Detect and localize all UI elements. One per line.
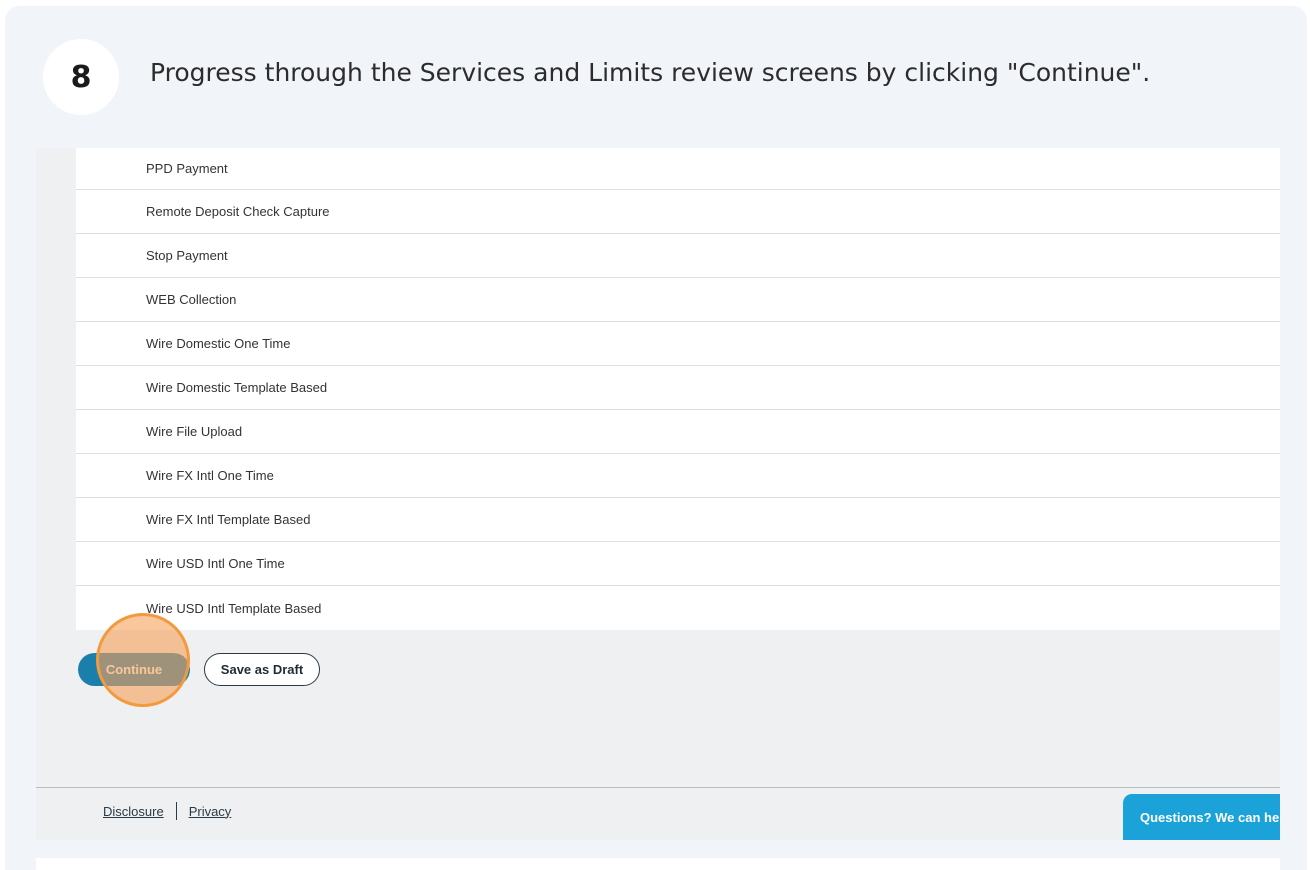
footer-separator bbox=[175, 802, 177, 820]
list-item: WEB Collection bbox=[76, 278, 1280, 322]
save-as-draft-button[interactable]: Save as Draft bbox=[204, 653, 320, 686]
list-item: Wire USD Intl One Time bbox=[76, 542, 1280, 586]
footer-divider bbox=[36, 787, 1280, 788]
list-item: Wire FX Intl Template Based bbox=[76, 498, 1280, 542]
list-item: Wire Domestic One Time bbox=[76, 322, 1280, 366]
chat-help-label: Questions? We can he bbox=[1140, 809, 1280, 825]
step-instruction: Progress through the Services and Limits… bbox=[150, 58, 1151, 87]
continue-button[interactable]: Continue bbox=[78, 653, 190, 686]
privacy-link[interactable]: Privacy bbox=[189, 804, 232, 819]
list-item: Remote Deposit Check Capture bbox=[76, 190, 1280, 234]
list-item: Wire FX Intl One Time bbox=[76, 454, 1280, 498]
list-item: Wire Domestic Template Based bbox=[76, 366, 1280, 410]
footer-links: Disclosure Privacy bbox=[103, 802, 231, 820]
disclosure-link[interactable]: Disclosure bbox=[103, 804, 164, 819]
list-item: Stop Payment bbox=[76, 234, 1280, 278]
step-number-badge: 8 bbox=[43, 39, 119, 115]
bottom-strip bbox=[36, 858, 1280, 870]
services-list: PPD Payment Remote Deposit Check Capture… bbox=[76, 148, 1280, 630]
step-number: 8 bbox=[70, 59, 92, 95]
list-item: PPD Payment bbox=[76, 148, 1280, 190]
list-item: Wire USD Intl Template Based bbox=[146, 600, 322, 616]
list-item: Wire File Upload bbox=[76, 410, 1280, 454]
app-screenshot: PPD Payment Remote Deposit Check Capture… bbox=[36, 148, 1280, 840]
chat-help-button[interactable]: Questions? We can he bbox=[1123, 794, 1280, 840]
